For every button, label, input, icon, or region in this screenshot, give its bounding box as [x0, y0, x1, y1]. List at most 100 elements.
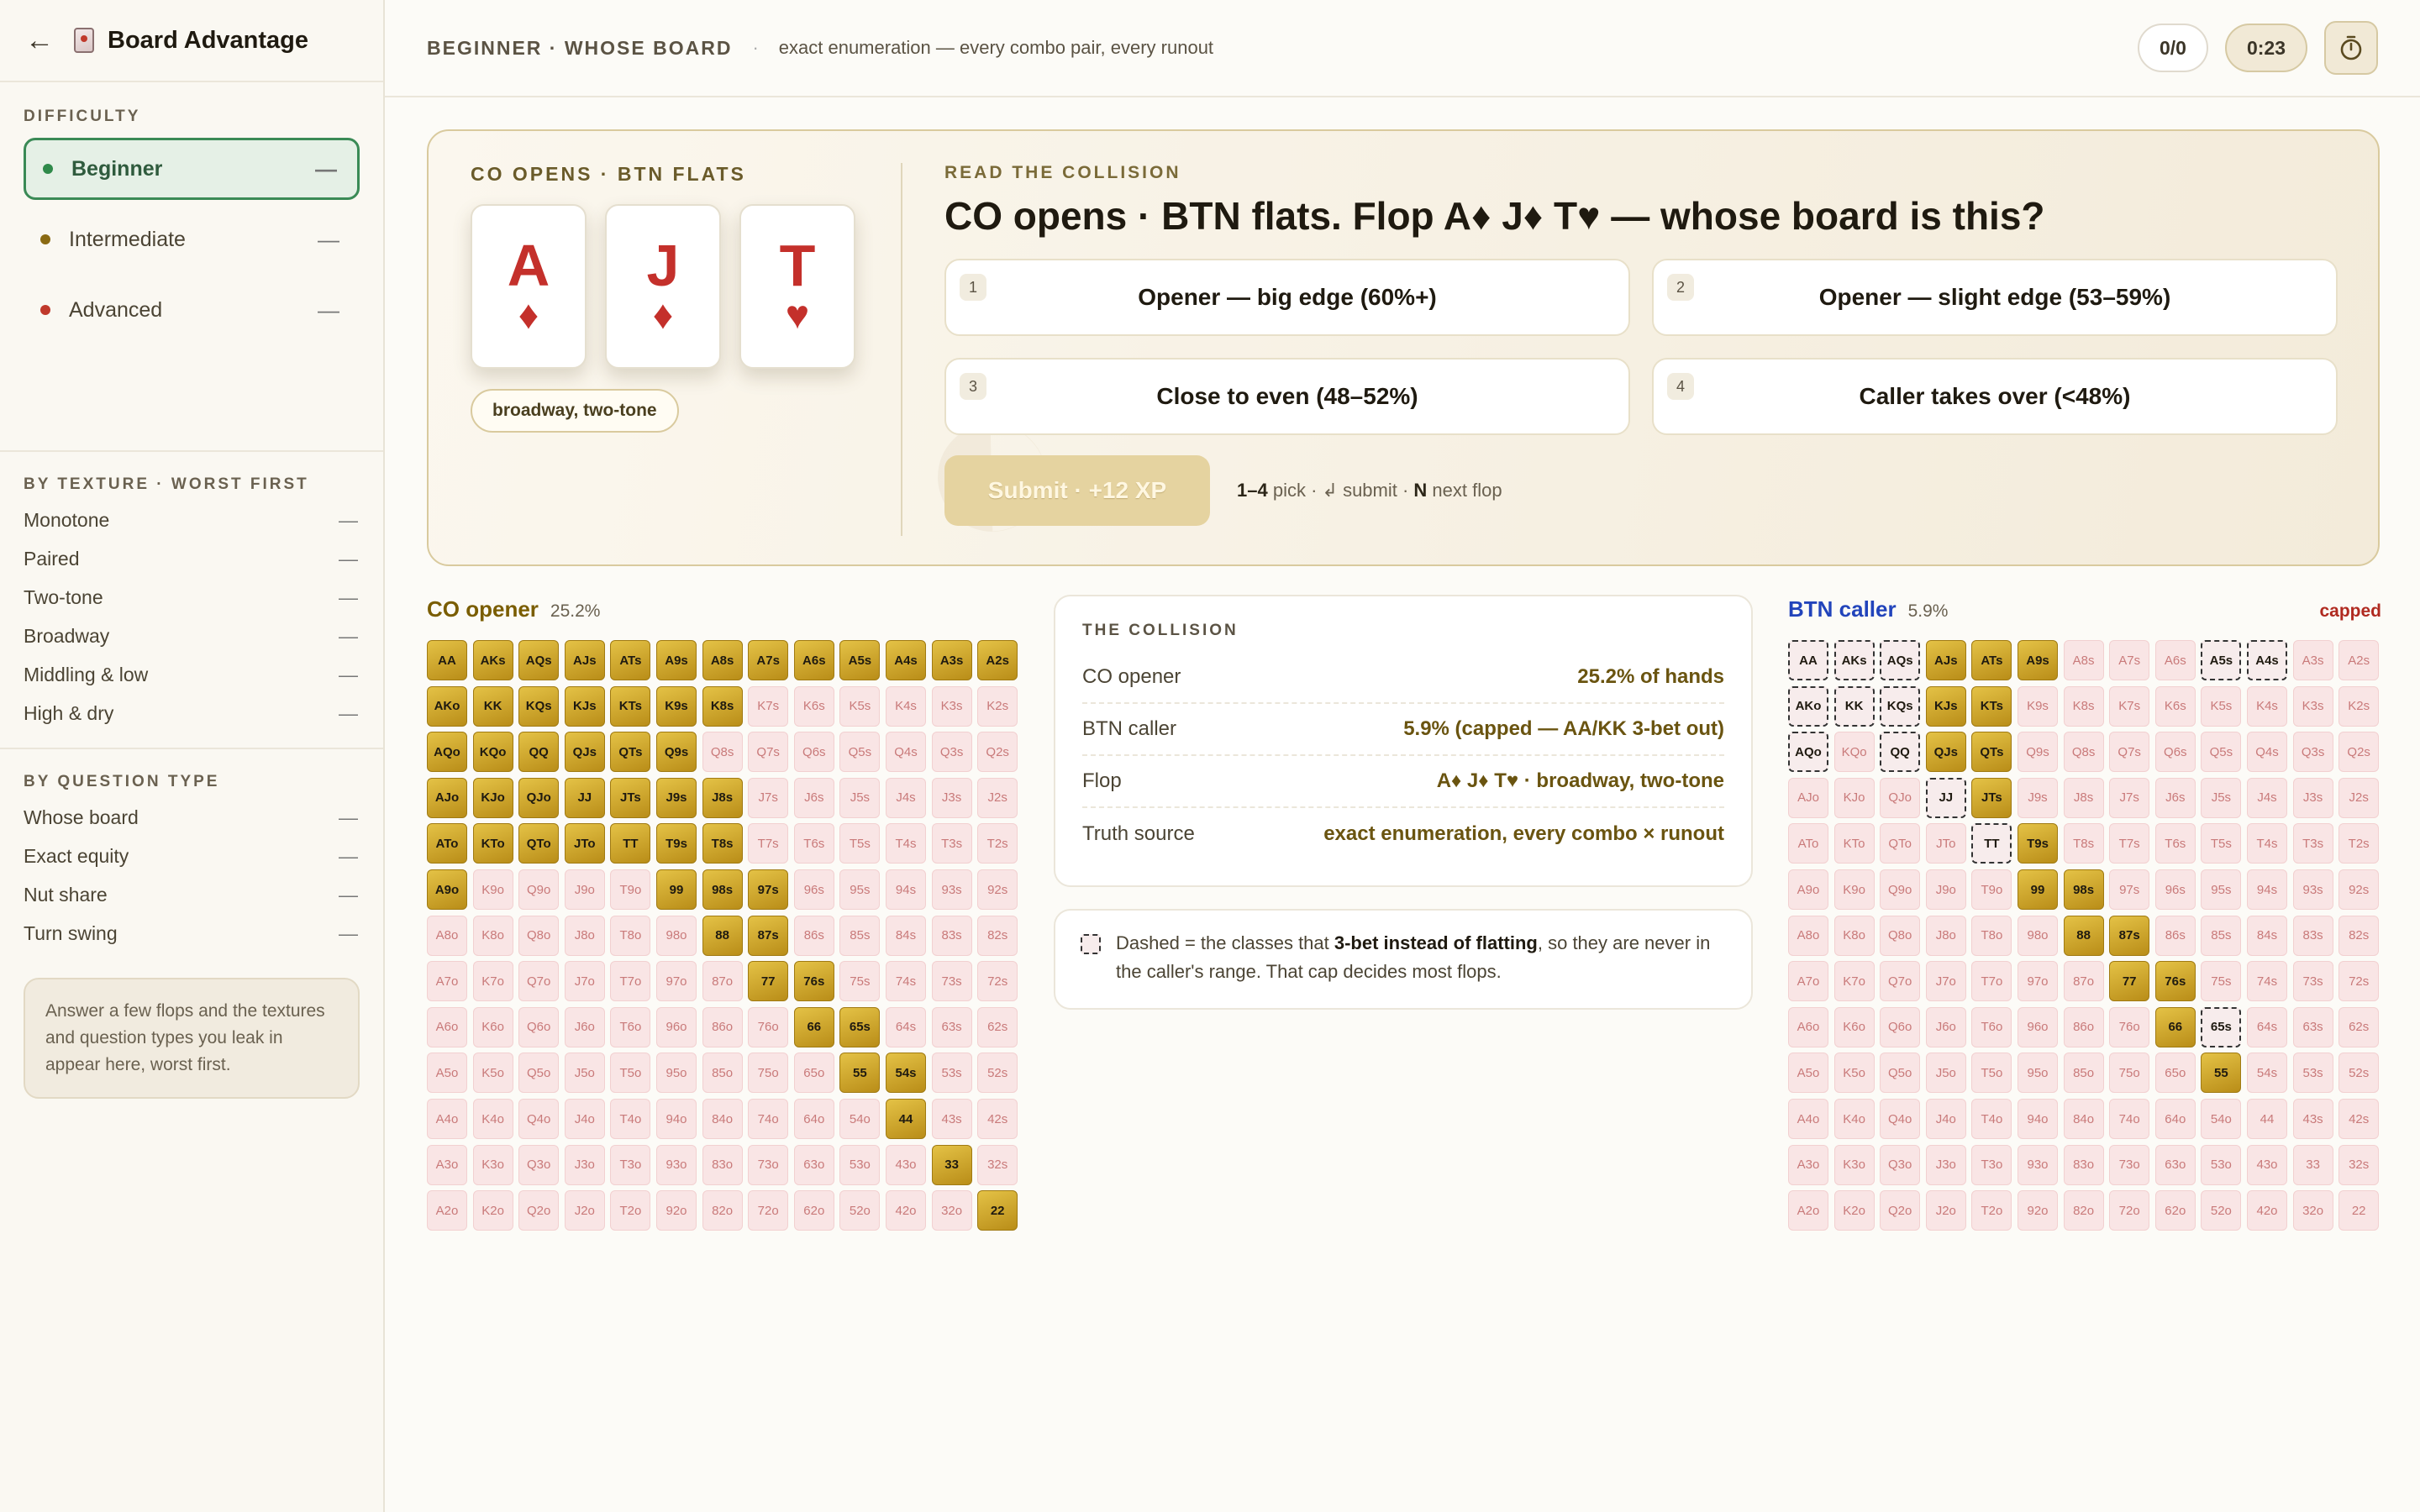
hand-cell[interactable]: K7s — [2109, 685, 2150, 727]
hand-cell[interactable]: AQo — [427, 732, 467, 773]
question-type-turn-swing[interactable]: Turn swing — — [24, 914, 360, 953]
hand-cell[interactable]: 42s — [977, 1099, 1018, 1139]
hand-cell[interactable]: Q5s — [839, 732, 881, 773]
hand-cell[interactable]: 54s — [2247, 1053, 2287, 1094]
question-type-whose-board[interactable]: Whose board — — [24, 798, 360, 837]
hand-cell[interactable]: A8o — [1788, 915, 1828, 956]
hand-cell[interactable]: 42s — [2338, 1099, 2380, 1139]
hand-cell[interactable]: 72s — [977, 961, 1018, 1002]
hand-cell[interactable]: K8o — [1833, 915, 1875, 956]
hand-cell[interactable]: 65o — [2154, 1053, 2196, 1094]
hand-cell[interactable]: 65s — [2201, 1006, 2242, 1047]
hand-cell[interactable]: 84o — [702, 1099, 743, 1139]
hand-cell[interactable]: J2s — [977, 777, 1018, 818]
hand-cell[interactable]: J6s — [2154, 777, 2196, 818]
hand-cell[interactable]: 84s — [886, 915, 926, 956]
hand-cell[interactable]: 66 — [793, 1006, 834, 1047]
hand-cell[interactable]: AQs — [1880, 640, 1921, 680]
hand-cell[interactable]: 76s — [793, 961, 834, 1002]
hand-cell[interactable]: 95o — [2018, 1053, 2058, 1094]
hand-cell[interactable]: KTs — [610, 685, 651, 727]
hand-cell[interactable]: 64o — [793, 1099, 834, 1139]
hand-cell[interactable]: T9o — [1971, 869, 2012, 910]
hand-cell[interactable]: K7o — [1833, 961, 1875, 1002]
hand-cell[interactable]: 96s — [793, 869, 834, 910]
hand-cell[interactable]: T9s — [656, 823, 697, 864]
hand-cell[interactable]: 98o — [2018, 915, 2058, 956]
texture-monotone[interactable]: Monotone — — [24, 501, 360, 539]
hand-cell[interactable]: A7s — [748, 640, 789, 680]
hand-cell[interactable]: 72o — [2109, 1190, 2150, 1231]
hand-cell[interactable]: A2s — [977, 640, 1018, 680]
texture-two-tone[interactable]: Two-tone — — [24, 578, 360, 617]
hand-cell[interactable]: A8o — [427, 915, 467, 956]
hand-cell[interactable]: A7s — [2109, 640, 2150, 680]
hand-cell[interactable]: Q8o — [518, 915, 560, 956]
hand-cell[interactable]: K8o — [472, 915, 513, 956]
hand-cell[interactable]: Q4o — [1880, 1099, 1921, 1139]
hand-cell[interactable]: Q6s — [2154, 732, 2196, 773]
hand-cell[interactable]: 88 — [2063, 915, 2104, 956]
hand-cell[interactable]: KQs — [1880, 685, 1921, 727]
hand-cell[interactable]: Q6s — [793, 732, 834, 773]
hand-cell[interactable]: 65s — [839, 1006, 881, 1047]
hand-cell[interactable]: KK — [1833, 685, 1875, 727]
hand-cell[interactable]: 95s — [839, 869, 881, 910]
hand-cell[interactable]: Q3o — [518, 1144, 560, 1185]
hand-cell[interactable]: Q9s — [2018, 732, 2058, 773]
hand-cell[interactable]: A5o — [427, 1053, 467, 1094]
hand-cell[interactable]: A8s — [2063, 640, 2104, 680]
hand-cell[interactable]: J8s — [702, 777, 743, 818]
hand-cell[interactable]: T3s — [2292, 823, 2333, 864]
hand-cell[interactable]: Q9o — [1880, 869, 1921, 910]
hand-cell[interactable]: J9s — [2018, 777, 2058, 818]
hand-cell[interactable]: Q2o — [518, 1190, 560, 1231]
hand-cell[interactable]: Q5s — [2201, 732, 2242, 773]
hand-cell[interactable]: 74o — [748, 1099, 789, 1139]
hand-cell[interactable]: J9o — [1925, 869, 1966, 910]
back-arrow-icon[interactable]: ← — [25, 24, 59, 57]
hand-cell[interactable]: Q3s — [2292, 732, 2333, 773]
hand-cell[interactable]: 52o — [2201, 1190, 2242, 1231]
hand-cell[interactable]: T2s — [977, 823, 1018, 864]
hand-cell[interactable]: A6o — [427, 1006, 467, 1047]
hand-cell[interactable]: 33 — [931, 1144, 972, 1185]
hand-cell[interactable]: 93o — [656, 1144, 697, 1185]
hand-cell[interactable]: 66 — [2154, 1006, 2196, 1047]
hand-cell[interactable]: QTs — [610, 732, 651, 773]
hand-cell[interactable]: 98s — [2063, 869, 2104, 910]
hand-cell[interactable]: Q2o — [1880, 1190, 1921, 1231]
hand-cell[interactable]: TT — [610, 823, 651, 864]
hand-cell[interactable]: 63o — [793, 1144, 834, 1185]
hand-cell[interactable]: T2o — [610, 1190, 651, 1231]
hand-cell[interactable]: 44 — [886, 1099, 926, 1139]
hand-cell[interactable]: 33 — [2292, 1144, 2333, 1185]
hand-cell[interactable]: T7o — [1971, 961, 2012, 1002]
hand-cell[interactable]: J4o — [564, 1099, 605, 1139]
hand-cell[interactable]: AKo — [1788, 685, 1828, 727]
hand-cell[interactable]: A6s — [2154, 640, 2196, 680]
hand-cell[interactable]: 44 — [2247, 1099, 2287, 1139]
hand-cell[interactable]: A2s — [2338, 640, 2380, 680]
hand-cell[interactable]: 22 — [977, 1190, 1018, 1231]
hand-cell[interactable]: 43o — [2247, 1144, 2287, 1185]
hand-cell[interactable]: 94s — [2247, 869, 2287, 910]
hand-cell[interactable]: KQs — [518, 685, 560, 727]
hand-cell[interactable]: 65o — [793, 1053, 834, 1094]
hand-cell[interactable]: 42o — [2247, 1190, 2287, 1231]
hand-cell[interactable]: KJs — [1925, 685, 1966, 727]
hand-cell[interactable]: 53s — [931, 1053, 972, 1094]
hand-cell[interactable]: J7o — [564, 961, 605, 1002]
hand-cell[interactable]: Q7o — [1880, 961, 1921, 1002]
hand-cell[interactable]: 64o — [2154, 1099, 2196, 1139]
hand-cell[interactable]: 77 — [2109, 961, 2150, 1002]
hand-cell[interactable]: K5s — [2201, 685, 2242, 727]
hand-cell[interactable]: 87s — [2109, 915, 2150, 956]
hand-cell[interactable]: AKs — [472, 640, 513, 680]
hand-cell[interactable]: 97o — [656, 961, 697, 1002]
hand-cell[interactable]: 63s — [2292, 1006, 2333, 1047]
hand-cell[interactable]: T6o — [1971, 1006, 2012, 1047]
hand-cell[interactable]: 82s — [977, 915, 1018, 956]
difficulty-intermediate[interactable]: Intermediate — — [24, 208, 360, 270]
hand-cell[interactable]: 85s — [2201, 915, 2242, 956]
